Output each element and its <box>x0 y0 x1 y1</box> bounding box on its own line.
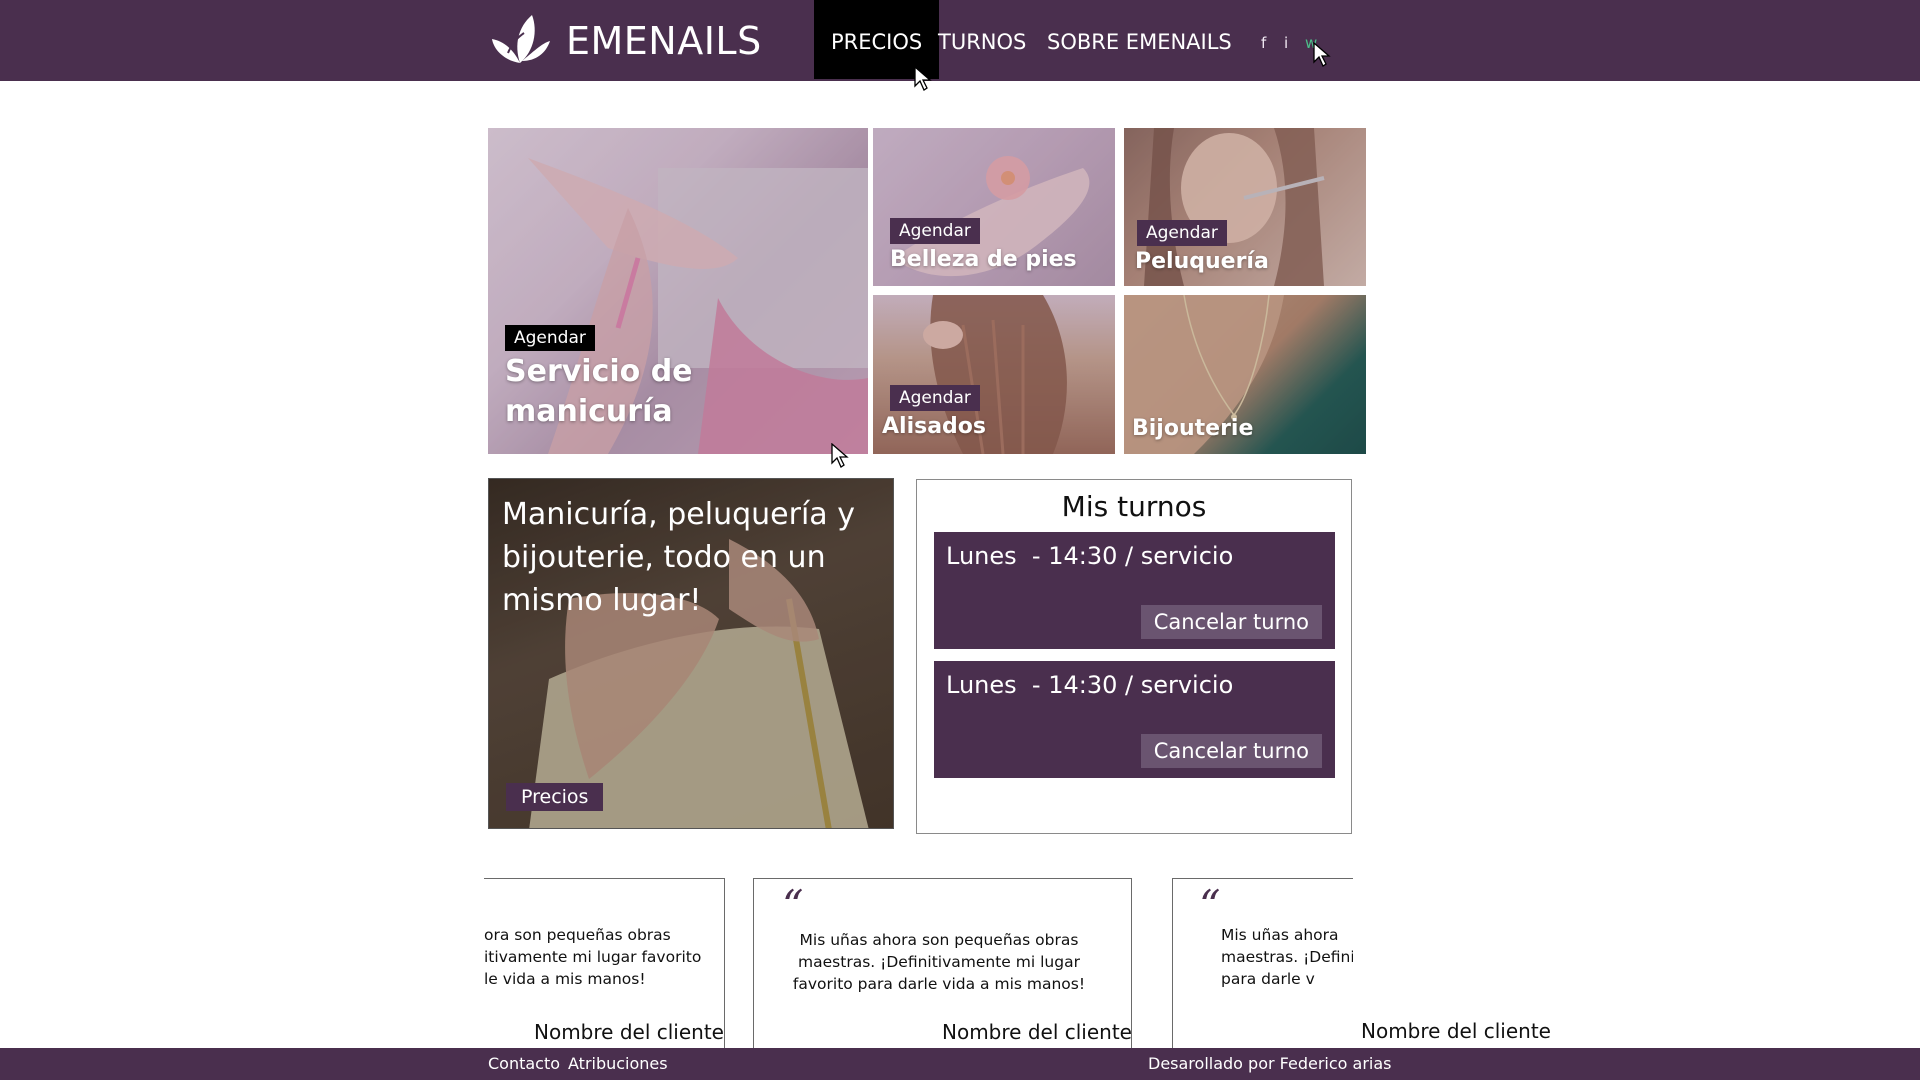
tile-title: Belleza de pies <box>890 247 1077 272</box>
tile-peluqueria[interactable]: Agendar Peluquería <box>1124 128 1366 286</box>
mouse-cursor-icon <box>914 66 932 91</box>
mouse-cursor-icon <box>831 443 849 468</box>
tile-belleza-de-pies[interactable]: Agendar Belleza de pies <box>873 128 1115 286</box>
nav-turnos[interactable]: TURNOS <box>921 0 1043 79</box>
tile-alisados[interactable]: Agendar Alisados <box>873 295 1115 454</box>
review-client-name: Nombre del cliente <box>1361 1019 1551 1043</box>
review-card: “ Mis uñas ahora son pequeñas obras maes… <box>753 878 1132 1048</box>
tile-title: Servicio de manicuría <box>505 354 693 429</box>
footer-credits: Desarollado por Federico arias <box>1148 1054 1392 1073</box>
tag-agendar[interactable]: Agendar <box>890 218 980 244</box>
quote-icon: “ <box>782 881 804 930</box>
brand[interactable]: EMENAILS <box>488 12 762 70</box>
brand-name: EMENAILS <box>566 19 762 63</box>
tag-agendar[interactable]: Agendar <box>505 325 595 351</box>
footer-contacto-link[interactable]: Contacto <box>488 1054 560 1073</box>
top-navbar: EMENAILS PRECIOS TURNOS SOBRE EMENAILS f… <box>0 0 1920 81</box>
promo-headline: Manicuría, peluquería y bijouterie, todo… <box>502 497 855 618</box>
precios-button[interactable]: Precios <box>506 783 604 811</box>
review-text: Mis uñas ahora son pequeñas obras maestr… <box>792 931 1086 993</box>
review-text: Mis uñas ahora maestras. ¡Definiti para … <box>1221 926 1353 988</box>
review-card: ora son pequeñas obras itivamente mi lug… <box>484 878 725 1048</box>
mis-turnos-title: Mis turnos <box>1061 490 1207 523</box>
review-client-name: Nombre del cliente <box>942 1020 1132 1044</box>
tag-agendar[interactable]: Agendar <box>1137 220 1227 246</box>
tile-title: Alisados <box>882 414 987 439</box>
promo-banner: Manicuría, peluquería y bijouterie, todo… <box>488 478 894 829</box>
footer-atribuciones-link[interactable]: Atribuciones <box>568 1054 668 1073</box>
tile-title: Peluquería <box>1135 249 1269 274</box>
cancelar-turno-button[interactable]: Cancelar turno <box>1140 605 1322 639</box>
nav-sobre-emenails[interactable]: SOBRE EMENAILS <box>1030 0 1249 79</box>
mouse-cursor-icon <box>1313 42 1331 67</box>
leaf-butterfly-logo-icon <box>492 15 550 63</box>
cancelar-turno-button[interactable]: Cancelar turno <box>1140 734 1322 768</box>
mis-turnos-panel: Mis turnos Lunes - 14:30 / servicio Canc… <box>916 479 1352 834</box>
footer: Contacto Atribuciones Desarollado por Fe… <box>0 1048 1920 1080</box>
turno-card: Lunes - 14:30 / servicio Cancelar turno <box>934 661 1335 778</box>
turno-card: Lunes - 14:30 / servicio Cancelar turno <box>934 532 1335 649</box>
review-client-name: Nombre del cliente <box>534 1020 724 1044</box>
instagram-icon[interactable]: i <box>1284 34 1288 52</box>
facebook-icon[interactable]: f <box>1261 34 1266 52</box>
review-card: “ Mis uñas ahora maestras. ¡Definiti par… <box>1172 878 1353 1048</box>
tile-manicura[interactable]: Agendar Servicio de manicuría <box>488 128 868 454</box>
tile-title: Bijouterie <box>1132 416 1254 441</box>
quote-icon: “ <box>1199 881 1221 930</box>
turno-text: Lunes - 14:30 / servicio <box>946 671 1234 699</box>
tag-agendar[interactable]: Agendar <box>890 385 980 411</box>
review-text: ora son pequeñas obras itivamente mi lug… <box>484 926 702 988</box>
tile-bijouterie[interactable]: Bijouterie <box>1124 295 1366 454</box>
turno-text: Lunes - 14:30 / servicio <box>946 542 1234 570</box>
